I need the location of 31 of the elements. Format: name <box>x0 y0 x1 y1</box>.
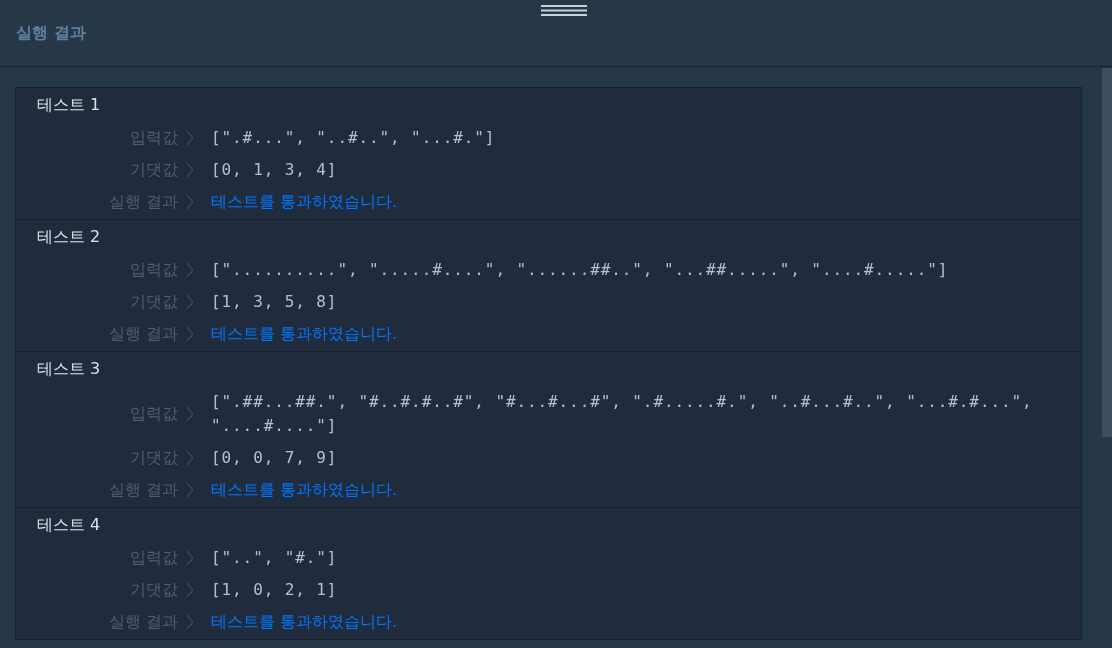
row-value: [".#...", "..#..", "...#."] <box>211 127 496 149</box>
chevron-icon <box>186 550 194 566</box>
row-value: [0, 1, 3, 4] <box>211 159 338 181</box>
chevron-icon <box>186 162 194 178</box>
chevron-icon <box>186 294 194 310</box>
result-message: 테스트를 통과하였습니다. <box>211 323 398 345</box>
chevron-icon <box>186 194 194 210</box>
result-message: 테스트를 통과하였습니다. <box>211 191 398 213</box>
chevron-icon <box>186 450 194 466</box>
chevron-icon <box>186 406 194 422</box>
row-value: [1, 3, 5, 8] <box>211 291 338 313</box>
panel-title: 실행 결과 <box>16 22 86 44</box>
drag-handle-icon[interactable] <box>541 4 587 17</box>
test-title: 테스트 3 <box>36 357 102 380</box>
row-value: [".##...##.", "#..#.#..#", "#...#...#", ".#.....#.", "..#...#..", "...#.#...", "....#...."] <box>211 391 1034 437</box>
chevron-icon <box>186 614 194 630</box>
chevron-icon <box>186 582 194 598</box>
chevron-icon <box>186 262 194 278</box>
row-value: [0, 0, 7, 9] <box>211 447 338 469</box>
test-title: 테스트 1 <box>36 93 102 116</box>
test-title: 테스트 4 <box>36 513 102 536</box>
scrollbar-thumb[interactable] <box>1102 68 1112 437</box>
row-value: [1, 0, 2, 1] <box>211 579 338 601</box>
row-value: ["..........", ".....#....", "......##..", "...##.....", "....#....."] <box>211 259 949 281</box>
row-value: ["..", "#."] <box>211 547 338 569</box>
chevron-icon <box>186 326 194 342</box>
test-title: 테스트 2 <box>36 225 102 248</box>
chevron-icon <box>186 482 194 498</box>
result-message: 테스트를 통과하였습니다. <box>211 611 398 633</box>
result-message: 테스트를 통과하였습니다. <box>211 479 398 501</box>
chevron-icon <box>186 130 194 146</box>
